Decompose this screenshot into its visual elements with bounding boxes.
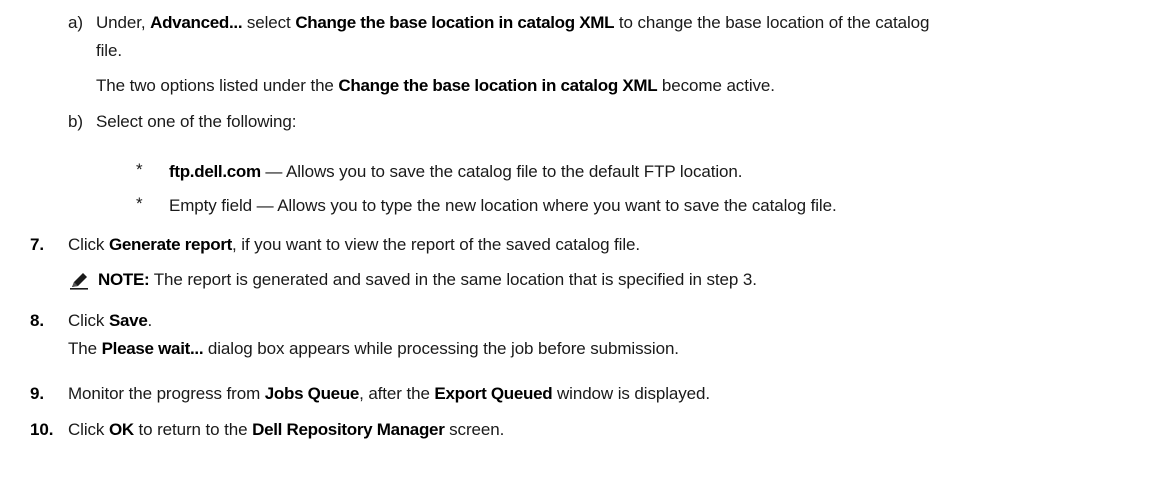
substep-a-result: The two options listed under the Change … bbox=[96, 76, 775, 96]
note-pencil-icon bbox=[70, 273, 88, 290]
step-10-number: 10. bbox=[30, 420, 54, 439]
substep-b-text: Select one of the following: bbox=[96, 112, 297, 131]
text-run: screen. bbox=[444, 420, 505, 439]
ui-term-save: Save bbox=[108, 311, 148, 330]
ui-term-advanced: Advanced... bbox=[150, 13, 243, 32]
text-run: Click bbox=[68, 420, 109, 439]
step-9-text: Monitor the progress from Jobs Queue, af… bbox=[68, 384, 710, 404]
substep-a-marker: a) bbox=[68, 13, 83, 32]
text-run: dialog box appears while processing the … bbox=[203, 339, 679, 358]
text-run: , after the bbox=[359, 384, 435, 403]
step-8-text: Click Save. bbox=[68, 311, 152, 331]
step-8-number: 8. bbox=[30, 311, 44, 330]
step-8-result: The Please wait... dialog box appears wh… bbox=[68, 339, 679, 359]
substep-b-marker: b) bbox=[68, 112, 83, 131]
text-run: The two options listed under the bbox=[96, 76, 339, 95]
ui-term-dell-repository-manager: Dell Repository Manager bbox=[252, 420, 445, 439]
substep-a-text-cont: file. bbox=[96, 41, 122, 60]
step-7-text: Click Generate report, if you want to vi… bbox=[68, 235, 640, 255]
ui-term-change-base-location: Change the base location in catalog XML bbox=[295, 13, 615, 32]
ui-term-export-queued: Export Queued bbox=[434, 384, 553, 403]
text-run: become active. bbox=[657, 76, 775, 95]
option-bullet: * bbox=[136, 160, 143, 179]
text-run: Click bbox=[68, 311, 109, 330]
ui-term-change-base-location: Change the base location in catalog XML bbox=[338, 76, 658, 95]
note-label: NOTE: bbox=[98, 270, 150, 289]
ui-term-ok: OK bbox=[108, 420, 134, 439]
step-9-number: 9. bbox=[30, 384, 44, 403]
text-run: , if you want to view the report of the … bbox=[232, 235, 641, 254]
substep-a-text: Under, Advanced... select Change the bas… bbox=[96, 13, 929, 33]
option-empty-field: Empty field — Allows you to type the new… bbox=[169, 196, 837, 215]
ui-term-please-wait: Please wait... bbox=[101, 339, 204, 358]
text-run: to return to the bbox=[133, 420, 253, 439]
text-run: Monitor the progress from bbox=[68, 384, 265, 403]
option-description: — Allows you to save the catalog file to… bbox=[260, 162, 743, 181]
text-run: . bbox=[147, 311, 153, 330]
step-7-number: 7. bbox=[30, 235, 44, 254]
text-run: select bbox=[242, 13, 296, 32]
step-7-note: NOTE: The report is generated and saved … bbox=[98, 270, 757, 290]
step-10-text: Click OK to return to the Dell Repositor… bbox=[68, 420, 504, 440]
ui-term-generate-report: Generate report bbox=[108, 235, 233, 254]
text-run: The bbox=[68, 339, 102, 358]
text-run: Click bbox=[68, 235, 109, 254]
text-run: Under, bbox=[96, 13, 151, 32]
ui-term-jobs-queue: Jobs Queue bbox=[264, 384, 360, 403]
text-run: window is displayed. bbox=[552, 384, 710, 403]
option-ftp-dell: ftp.dell.com — Allows you to save the ca… bbox=[169, 162, 742, 182]
option-ftp-dell-label: ftp.dell.com bbox=[169, 162, 261, 181]
note-text: The report is generated and saved in the… bbox=[149, 270, 757, 289]
option-bullet: * bbox=[136, 194, 143, 213]
text-run: to change the base location of the catal… bbox=[614, 13, 930, 32]
